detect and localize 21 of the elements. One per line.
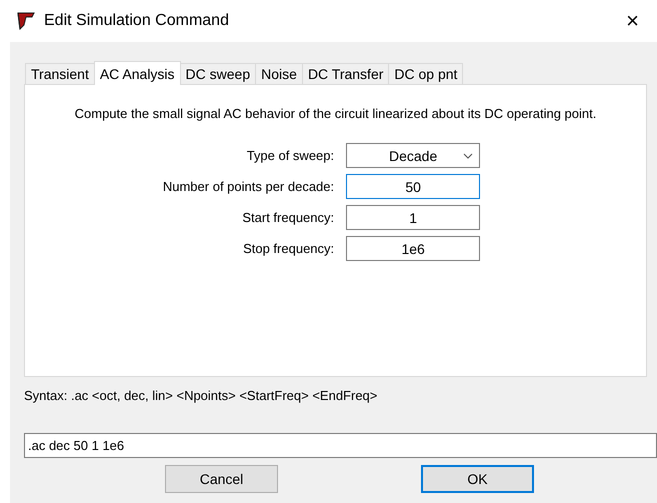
- description-text: Compute the small signal AC behavior of the circuit linearized about its DC operating point.: [74, 105, 598, 123]
- dialog-button[interactable]: Cancel: [165, 465, 278, 493]
- field-label: Stop frequency:: [242, 241, 334, 256]
- chevron-down-icon: [463, 153, 474, 159]
- tab[interactable]: AC Analysis: [94, 61, 181, 85]
- command-field[interactable]: .ac dec 50 1 1e6: [24, 433, 657, 458]
- field-label: Start frequency:: [241, 210, 334, 225]
- sweep-dropdown[interactable]: Decade: [346, 143, 480, 168]
- input-field[interactable]: 50: [346, 174, 480, 199]
- field-label: Number of points per decade:: [162, 179, 334, 194]
- tab[interactable]: Transient: [25, 63, 95, 84]
- window-title: Edit Simulation Command: [44, 12, 230, 30]
- field-label: Type of sweep:: [246, 148, 334, 163]
- app-logo-icon: [16, 11, 36, 31]
- close-button[interactable]: ×: [620, 8, 645, 34]
- syntax-text: Syntax: .ac <oct, dec, lin> <Npoints> <StartFreq> <EndFreq>: [24, 388, 378, 403]
- dialog-button[interactable]: OK: [421, 465, 534, 493]
- input-field[interactable]: 1e6: [346, 236, 480, 261]
- tab[interactable]: DC op pnt: [388, 63, 464, 84]
- tab[interactable]: DC sweep: [180, 63, 256, 84]
- input-field[interactable]: 1: [346, 205, 480, 230]
